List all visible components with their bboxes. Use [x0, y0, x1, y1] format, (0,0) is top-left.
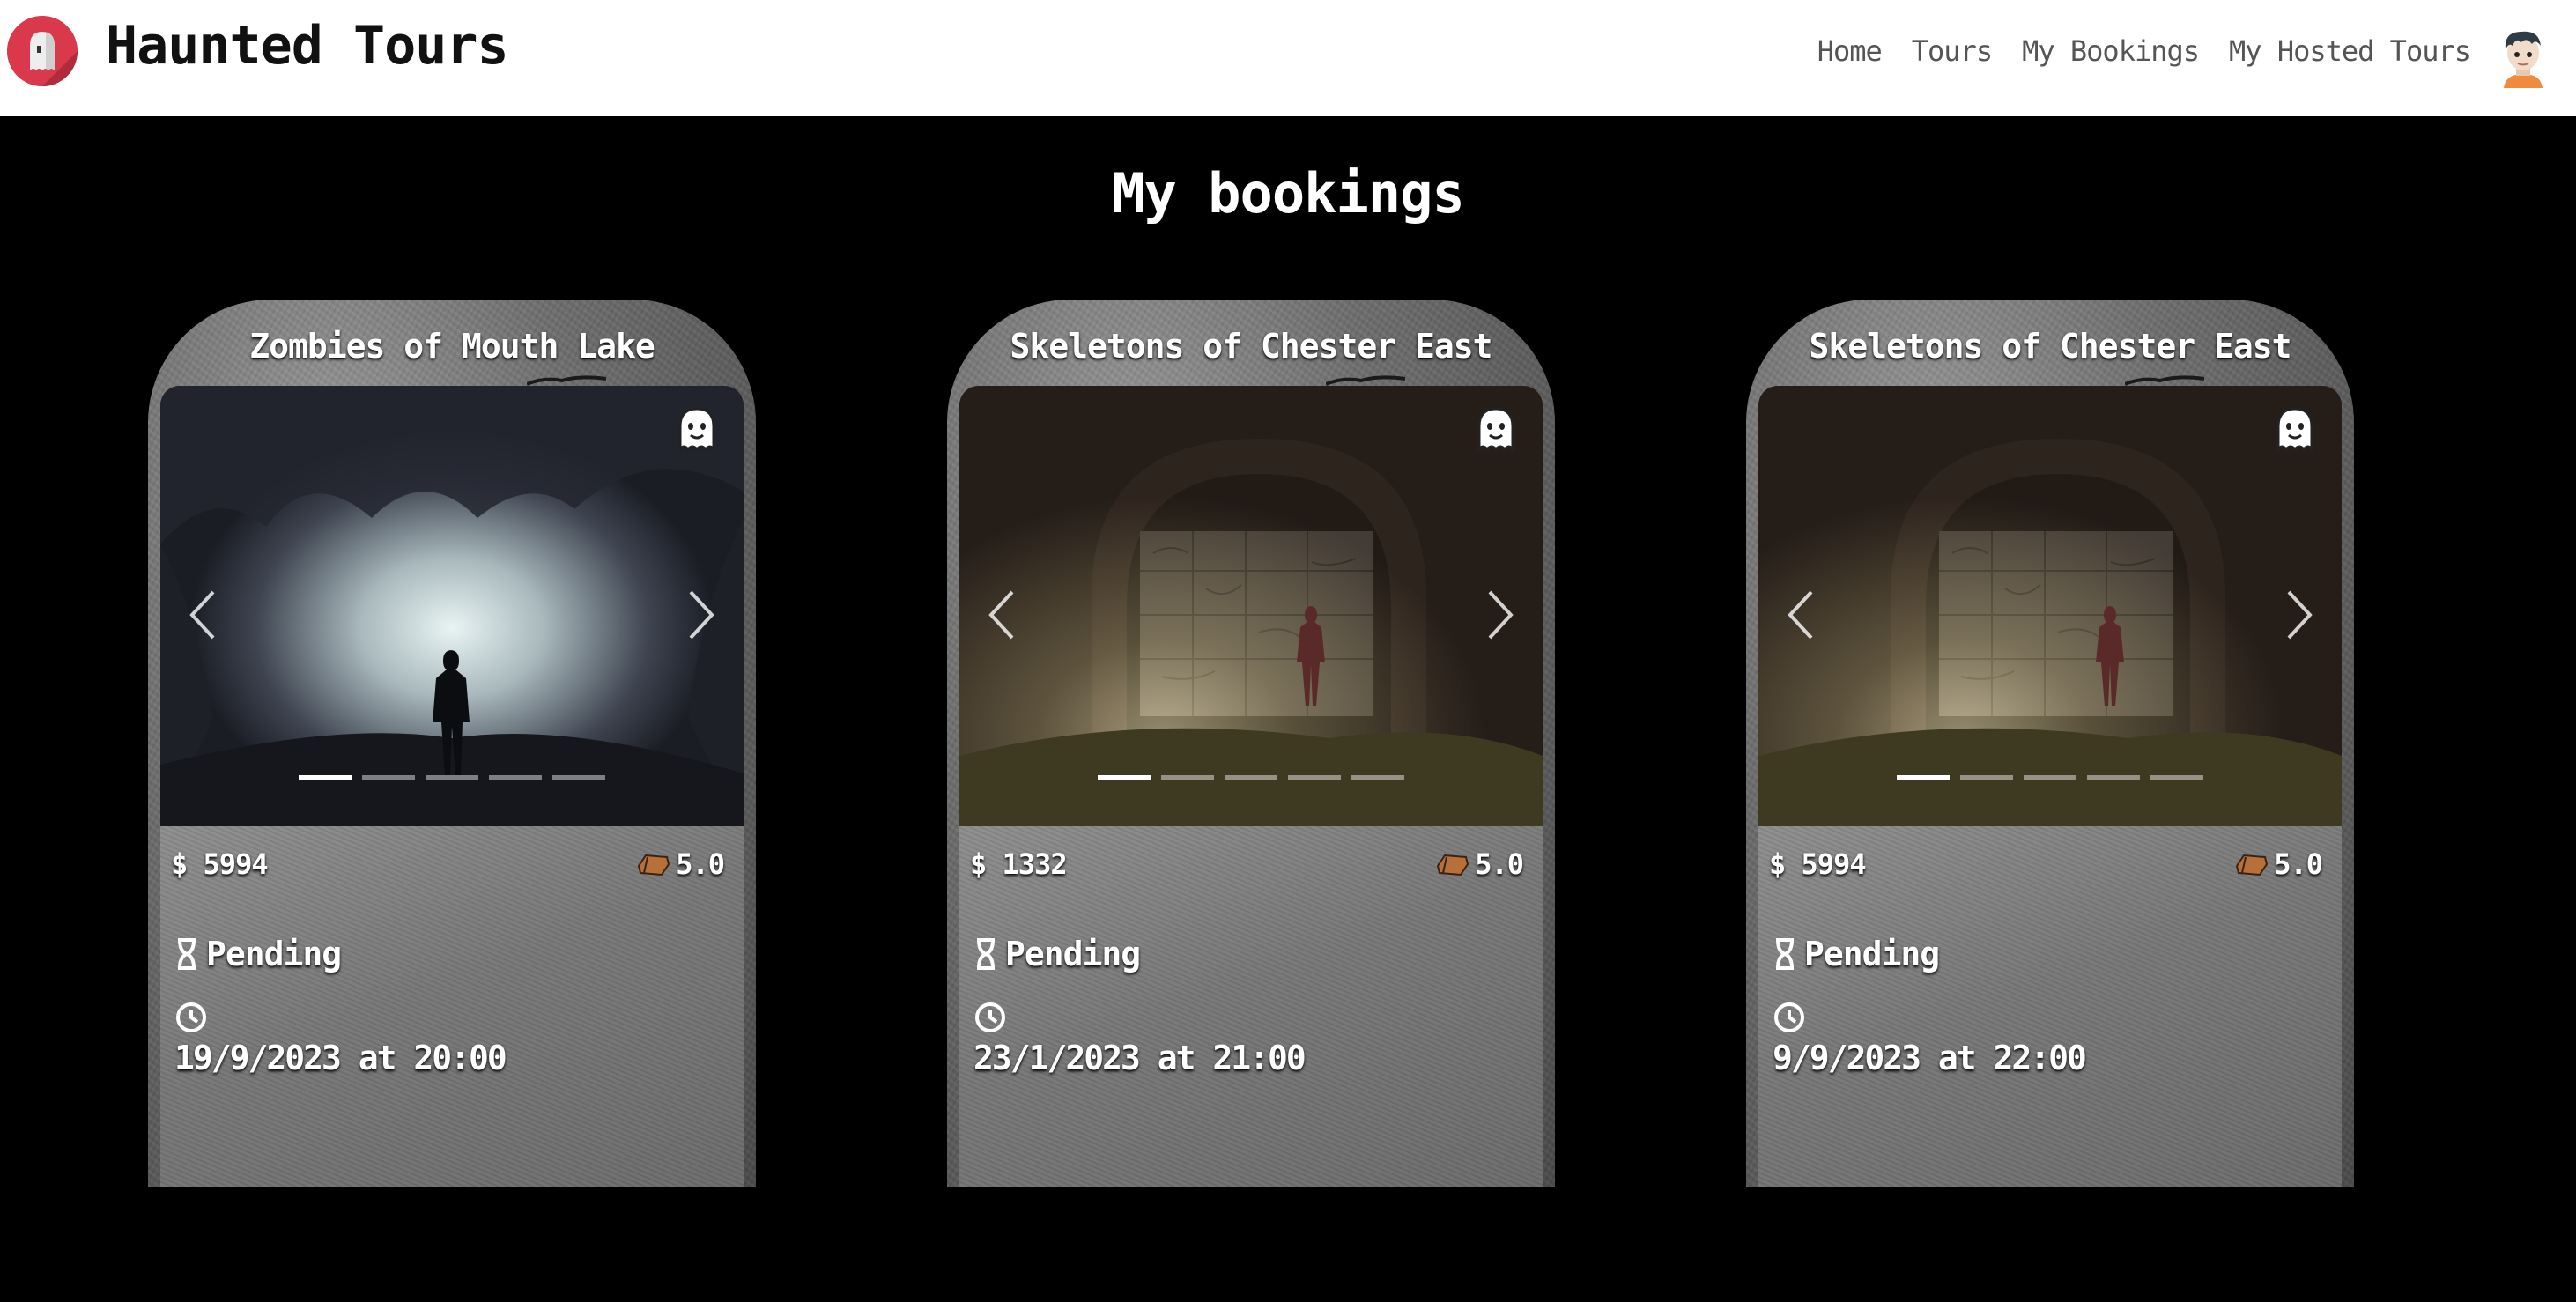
brand-title[interactable]: Haunted Tours	[106, 11, 509, 81]
crack-decoration	[527, 375, 606, 386]
booking-card[interactable]: Zombies of Mouth Lake $ 5994 5.0 Pending…	[148, 300, 756, 1187]
price-value: 5994	[1801, 847, 1867, 881]
carousel-indicator[interactable]	[2087, 775, 2140, 780]
nav-tours[interactable]: Tours	[1912, 32, 1993, 70]
price: $ 5994	[1769, 846, 1867, 883]
carousel-indicator[interactable]	[2150, 775, 2203, 780]
clock-icon	[975, 1002, 1005, 1032]
dollar-icon: $	[970, 847, 987, 881]
carousel-indicators	[959, 775, 1543, 780]
forest-figure-image	[160, 386, 744, 826]
booking-datetime: 19/9/2023 at 20:00	[174, 1039, 507, 1077]
carousel-prev-icon[interactable]	[986, 588, 1018, 641]
rating: 5.0	[2233, 846, 2323, 883]
clock-icon	[176, 1002, 206, 1032]
main-nav: Home Tours My Bookings My Hosted Tours	[1817, 32, 2471, 70]
top-navbar: Haunted Tours Home Tours My Bookings My …	[0, 0, 2576, 116]
carousel-indicator[interactable]	[489, 775, 542, 780]
coffin-icon	[1437, 854, 1469, 877]
dollar-icon: $	[171, 847, 188, 881]
rating: 5.0	[1434, 846, 1524, 883]
nav-my-hosted-tours[interactable]: My Hosted Tours	[2229, 32, 2471, 70]
tour-title[interactable]: Zombies of Mouth Lake	[148, 324, 756, 368]
tour-title[interactable]: Skeletons of Chester East	[1746, 324, 2354, 368]
tour-image-carousel[interactable]	[160, 386, 744, 826]
price: $ 5994	[171, 846, 269, 883]
rating-value: 5.0	[676, 847, 725, 881]
booking-details: $ 5994 5.0 Pending 9/9/2023 at 22:00	[1758, 826, 2342, 1187]
status-label: Pending	[206, 935, 342, 973]
ghost-icon	[678, 407, 715, 453]
booking-card[interactable]: Skeletons of Chester East	[947, 300, 1555, 1187]
dollar-icon: $	[1769, 847, 1786, 881]
booking-card[interactable]: Skeletons of Chester East	[1746, 300, 2354, 1187]
status-label: Pending	[1005, 935, 1141, 973]
booking-datetime: 23/1/2023 at 21:00	[973, 1039, 1307, 1077]
rating-value: 5.0	[2274, 847, 2323, 881]
nav-my-bookings[interactable]: My Bookings	[2022, 32, 2200, 70]
carousel-indicator[interactable]	[1288, 775, 1341, 780]
tour-image-carousel[interactable]	[959, 386, 1543, 826]
crack-decoration	[1326, 375, 1405, 386]
carousel-indicator[interactable]	[552, 775, 605, 780]
carousel-indicator[interactable]	[299, 775, 352, 780]
hourglass-icon	[977, 938, 995, 970]
ghost-logo-icon[interactable]	[7, 16, 78, 86]
booking-status: Pending	[973, 932, 1141, 976]
ghost-icon	[1477, 407, 1514, 453]
price-value: 1332	[1002, 847, 1068, 881]
carousel-indicator[interactable]	[1960, 775, 2013, 780]
carousel-next-icon[interactable]	[685, 588, 717, 641]
booking-status: Pending	[174, 932, 342, 976]
booking-details: $ 1332 5.0 Pending 23/1/2023 at 21:00	[959, 826, 1543, 1187]
booking-status: Pending	[1773, 932, 1940, 976]
ghost-icon	[2276, 407, 2313, 453]
carousel-indicator[interactable]	[1225, 775, 1277, 780]
tour-title[interactable]: Skeletons of Chester East	[947, 324, 1555, 368]
rating-value: 5.0	[1475, 847, 1524, 881]
tunnel-girl-image	[1758, 386, 2342, 826]
carousel-indicator[interactable]	[2024, 775, 2076, 780]
clock-icon	[1774, 1002, 1804, 1032]
carousel-indicator[interactable]	[1161, 775, 1214, 780]
carousel-indicators	[1758, 775, 2342, 780]
carousel-indicator[interactable]	[426, 775, 478, 780]
carousel-next-icon[interactable]	[1484, 588, 1516, 641]
carousel-indicator[interactable]	[362, 775, 415, 780]
carousel-indicator[interactable]	[1098, 775, 1151, 780]
price-value: 5994	[203, 847, 269, 881]
tunnel-girl-image	[959, 386, 1543, 826]
carousel-indicators	[160, 775, 744, 780]
rating: 5.0	[635, 846, 725, 883]
booking-datetime: 9/9/2023 at 22:00	[1773, 1039, 2087, 1077]
carousel-indicator[interactable]	[1897, 775, 1950, 780]
price: $ 1332	[970, 846, 1068, 883]
crack-decoration	[2125, 375, 2204, 386]
carousel-prev-icon[interactable]	[1785, 588, 1817, 641]
hourglass-icon	[1776, 938, 1794, 970]
user-avatar-icon[interactable]	[2497, 25, 2550, 88]
coffin-icon	[2236, 854, 2269, 877]
status-label: Pending	[1804, 935, 1940, 973]
carousel-next-icon[interactable]	[2284, 588, 2315, 641]
coffin-icon	[638, 854, 670, 877]
hourglass-icon	[178, 938, 196, 970]
booking-details: $ 5994 5.0 Pending 19/9/2023 at 20:00	[160, 826, 744, 1187]
carousel-indicator[interactable]	[1351, 775, 1404, 780]
nav-home[interactable]: Home	[1817, 32, 1883, 70]
carousel-prev-icon[interactable]	[187, 588, 218, 641]
page-title: My bookings	[1112, 161, 1465, 226]
tour-image-carousel[interactable]	[1758, 386, 2342, 826]
